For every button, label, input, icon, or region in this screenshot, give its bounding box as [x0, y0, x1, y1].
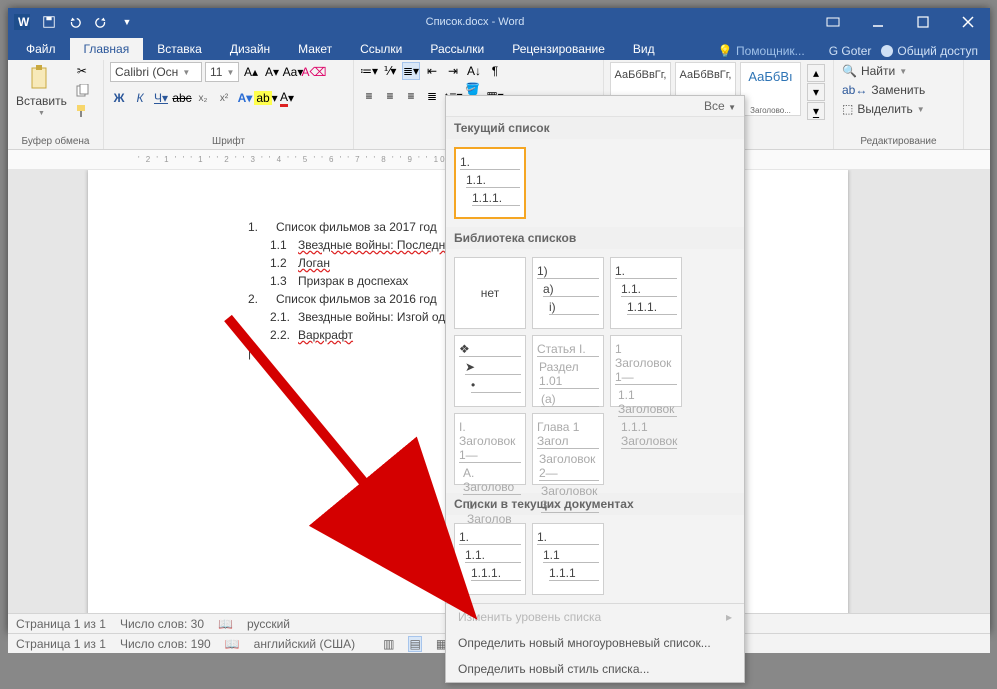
share-button[interactable]: Общий доступ [875, 42, 984, 60]
cut-icon[interactable]: ✂ [73, 62, 91, 80]
strike-button[interactable]: abc [173, 89, 191, 107]
tab-layout[interactable]: Макет [284, 38, 346, 60]
ml-paren[interactable]: 1) a) i) [532, 257, 604, 329]
titlebar: W ▼ Список.docx - Word [8, 8, 990, 36]
change-case-icon[interactable]: Aa▾ [284, 63, 302, 81]
panel-section-current: Текущий список [446, 117, 744, 139]
minimize-button[interactable] [855, 8, 900, 36]
subscript-button[interactable]: x₂ [194, 89, 212, 107]
select-button[interactable]: ⬚Выделить ▼ [840, 100, 927, 118]
font-size-combo[interactable]: 11▼ [205, 62, 239, 82]
replace-icon: ab↔ [842, 83, 867, 97]
tab-review[interactable]: Рецензирование [498, 38, 619, 60]
tab-mailings[interactable]: Рассылки [416, 38, 498, 60]
tab-file[interactable]: Файл [12, 38, 70, 60]
qa-save-icon[interactable] [36, 8, 62, 36]
styles-down-icon[interactable]: ▾ [807, 83, 825, 101]
dec-indent-icon[interactable]: ⇤ [423, 62, 441, 80]
view-print-icon[interactable]: ▤ [408, 636, 421, 652]
group-editing-label: Редактирование [840, 136, 957, 149]
align-left-icon[interactable]: ≡ [360, 87, 378, 105]
tab-view[interactable]: Вид [619, 38, 669, 60]
outer-status-lang[interactable]: английский (США) [254, 637, 355, 651]
panel-section-library: Библиотека списков [446, 227, 744, 249]
svg-text:W: W [18, 15, 30, 29]
ml-none[interactable]: нет [454, 257, 526, 329]
justify-icon[interactable]: ≣ [423, 87, 441, 105]
status-page[interactable]: Страница 1 из 1 [16, 617, 106, 631]
italic-button[interactable]: К [131, 89, 149, 107]
style-heading[interactable]: АаБбВıЗаголово... [740, 62, 801, 116]
font-color-icon[interactable]: A▾ [278, 89, 296, 107]
tab-references[interactable]: Ссылки [346, 38, 416, 60]
highlight-icon[interactable]: ab▾ [257, 89, 275, 107]
copy-icon[interactable] [73, 82, 91, 100]
change-level-item: Изменить уровень списка▸ [446, 604, 744, 630]
outer-status-spell-icon[interactable]: 📖 [225, 637, 240, 651]
styles-up-icon[interactable]: ▴ [807, 64, 825, 82]
find-icon: 🔍 [842, 64, 857, 78]
align-right-icon[interactable]: ≡ [402, 87, 420, 105]
status-lang[interactable]: русский [247, 617, 290, 631]
ml-bullets[interactable]: ❖ ➤ • [454, 335, 526, 407]
inc-indent-icon[interactable]: ⇥ [444, 62, 462, 80]
font-family-combo[interactable]: Calibri (Осн▼ [110, 62, 202, 82]
paste-button[interactable]: Вставить ▼ [14, 62, 69, 119]
outer-status-words[interactable]: Число слов: 190 [120, 637, 211, 651]
ml-article[interactable]: Статья I. Раздел 1.01 (a) [532, 335, 604, 407]
ml-chapter[interactable]: Глава 1 Загол Заголовок 2— Заголовок 3— [532, 413, 604, 485]
ml-numbers[interactable]: 1. 1.1. 1.1.1. [610, 257, 682, 329]
group-clipboard-label: Буфер обмена [14, 136, 97, 149]
close-button[interactable] [945, 8, 990, 36]
qa-undo-icon[interactable] [62, 8, 88, 36]
format-painter-icon[interactable] [73, 102, 91, 120]
outer-status-page[interactable]: Страница 1 из 1 [16, 637, 106, 651]
ml-roman[interactable]: I. Заголовок 1— A. Заголово 1. Заголов [454, 413, 526, 485]
maximize-button[interactable] [900, 8, 945, 36]
ml-doc-1[interactable]: 1. 1.1. 1.1.1. [454, 523, 526, 595]
shrink-font-icon[interactable]: A▾ [263, 63, 281, 81]
tab-home[interactable]: Главная [70, 38, 144, 60]
word-icon: W [8, 8, 36, 36]
superscript-button[interactable]: x² [215, 89, 233, 107]
grow-font-icon[interactable]: A▴ [242, 63, 260, 81]
text-effects-icon[interactable]: A▾ [236, 89, 254, 107]
align-center-icon[interactable]: ≡ [381, 87, 399, 105]
bullets-icon[interactable]: ≔▾ [360, 62, 378, 80]
group-font-label: Шрифт [110, 136, 347, 149]
ml-h1[interactable]: 1 Заголовок 1— 1.1 Заголовок 1.1.1 Загол… [610, 335, 682, 407]
ml-doc-2[interactable]: 1. 1.1 1.1.1 [532, 523, 604, 595]
define-multilevel-item[interactable]: Определить новый многоуровневый список..… [446, 630, 744, 656]
tell-me[interactable]: 💡 Помощник... [718, 44, 805, 58]
styles-more-icon[interactable]: ▾̲ [807, 102, 825, 120]
user-label[interactable]: G Goter [829, 44, 872, 58]
underline-button[interactable]: Ч▾ [152, 89, 170, 107]
clear-format-icon[interactable]: A⌫ [305, 63, 323, 81]
select-icon: ⬚ [842, 102, 853, 116]
window-title: Список.docx - Word [140, 16, 810, 28]
qa-customize-icon[interactable]: ▼ [114, 8, 140, 36]
ribbon-tabs: Файл Главная Вставка Дизайн Макет Ссылки… [8, 36, 990, 60]
tab-design[interactable]: Дизайн [216, 38, 284, 60]
ml-current-item[interactable]: 1. 1.1. 1.1.1. [454, 147, 526, 219]
replace-button[interactable]: ab↔Заменить [840, 81, 927, 99]
status-words[interactable]: Число слов: 30 [120, 617, 204, 631]
find-button[interactable]: 🔍Найти ▼ [840, 62, 909, 80]
ribbon-display-icon[interactable] [810, 8, 855, 36]
tab-insert[interactable]: Вставка [143, 38, 216, 60]
multilevel-list-panel: Все ▼ Текущий список 1. 1.1. 1.1.1. Библ… [445, 95, 745, 683]
define-style-item[interactable]: Определить новый стиль списка... [446, 656, 744, 682]
status-spell-icon[interactable]: 📖 [218, 617, 233, 631]
numbering-icon[interactable]: ⅟▾ [381, 62, 399, 80]
multilevel-icon[interactable]: ≣▾ [402, 62, 420, 80]
view-read-icon[interactable]: ▥ [383, 637, 394, 651]
bold-button[interactable]: Ж [110, 89, 128, 107]
qa-redo-icon[interactable] [88, 8, 114, 36]
sort-icon[interactable]: A↓ [465, 62, 483, 80]
show-marks-icon[interactable]: ¶ [486, 62, 504, 80]
